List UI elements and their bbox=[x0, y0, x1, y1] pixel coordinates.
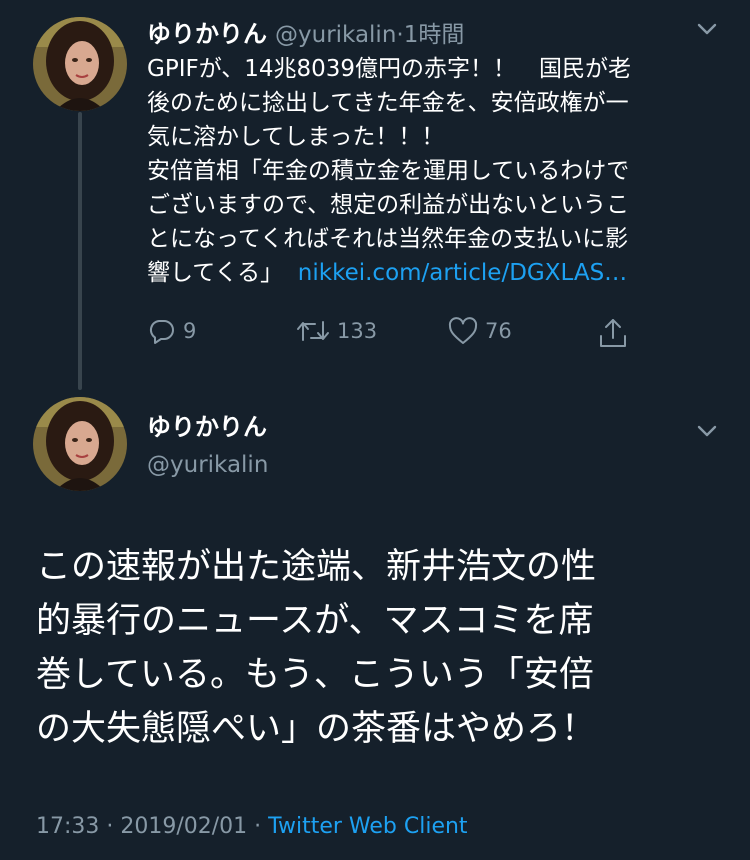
tweet-text-line: とになってくればそれは当然年金の支払いに影 bbox=[147, 226, 629, 252]
tweet-text-line: 巻している。もう、こういう「安倍 bbox=[36, 655, 594, 695]
tweet-header: ゆりかりん @yurikalin bbox=[147, 407, 268, 478]
share-button[interactable] bbox=[597, 316, 629, 350]
like-button[interactable]: 76 bbox=[447, 316, 512, 346]
display-name[interactable]: ゆりかりん bbox=[147, 407, 268, 442]
tweet-text-line: ございますので、想定の利益が出ないというこ bbox=[147, 192, 630, 218]
thread-connector-line bbox=[78, 112, 82, 390]
tweet-time[interactable]: 1時間 bbox=[404, 22, 465, 48]
tweet-text: この速報が出た途端、新井浩文の性 的暴行のニュースが、マスコミを席 巻している。… bbox=[36, 540, 726, 756]
tweet-meta: 17:33 · 2019/02/01 · Twitter Web Client bbox=[36, 814, 468, 839]
tweet-timestamp[interactable]: 17:33 · 2019/02/01 bbox=[36, 814, 247, 839]
display-name[interactable]: ゆりかりん bbox=[147, 20, 267, 48]
tweet-text-line: 気に溶かしてしまった！！！ bbox=[147, 124, 445, 150]
avatar[interactable] bbox=[33, 397, 127, 491]
article-link[interactable]: nikkei.com/article/DGXLAS… bbox=[298, 260, 627, 286]
tweet-text: GPIFが、14兆8039億円の赤字！！ 国民が老 後のために捻出してきた年金を… bbox=[147, 52, 707, 290]
chevron-down-icon[interactable] bbox=[694, 418, 720, 444]
tweet-header: ゆりかりん @yurikalin·1時間 bbox=[147, 14, 464, 49]
client-link[interactable]: Twitter Web Client bbox=[268, 814, 467, 839]
tweet-text-line-last: 響してくる」 nikkei.com/article/DGXLAS… bbox=[147, 256, 707, 290]
tweet-text-line: の大失態隠ぺい」の茶番はやめろ！ bbox=[36, 709, 597, 749]
like-icon bbox=[448, 317, 478, 344]
chevron-down-icon[interactable] bbox=[694, 16, 720, 42]
retweet-count: 133 bbox=[337, 319, 378, 343]
tweet-actions: 9 133 76 bbox=[147, 316, 647, 356]
tweet-text-fragment: 響してくる」 bbox=[147, 260, 284, 286]
user-handle[interactable]: @yurikalin bbox=[147, 452, 268, 478]
meta-separator: · bbox=[247, 814, 269, 839]
reply-icon bbox=[149, 320, 174, 344]
retweet-button[interactable]: 133 bbox=[295, 316, 377, 346]
user-handle[interactable]: @yurikalin bbox=[275, 22, 396, 48]
tweet-text-line: 的暴行のニュースが、マスコミを席 bbox=[36, 601, 594, 641]
header-separator: · bbox=[396, 22, 404, 48]
avatar[interactable] bbox=[33, 17, 127, 111]
tweet-text-line: この速報が出た途端、新井浩文の性 bbox=[36, 547, 597, 587]
like-count: 76 bbox=[485, 319, 512, 343]
share-icon bbox=[600, 319, 626, 347]
tweet-text-line: 後のために捻出してきた年金を、安倍政権が一 bbox=[147, 90, 629, 116]
tweet-text-line: GPIFが、14兆8039億円の赤字！！ 国民が老 bbox=[147, 56, 632, 82]
tweet-text-line: 安倍首相「年金の積立金を運用しているわけで bbox=[147, 158, 630, 184]
reply-button[interactable]: 9 bbox=[147, 316, 196, 346]
reply-count: 9 bbox=[183, 319, 197, 343]
retweet-icon bbox=[297, 321, 329, 341]
